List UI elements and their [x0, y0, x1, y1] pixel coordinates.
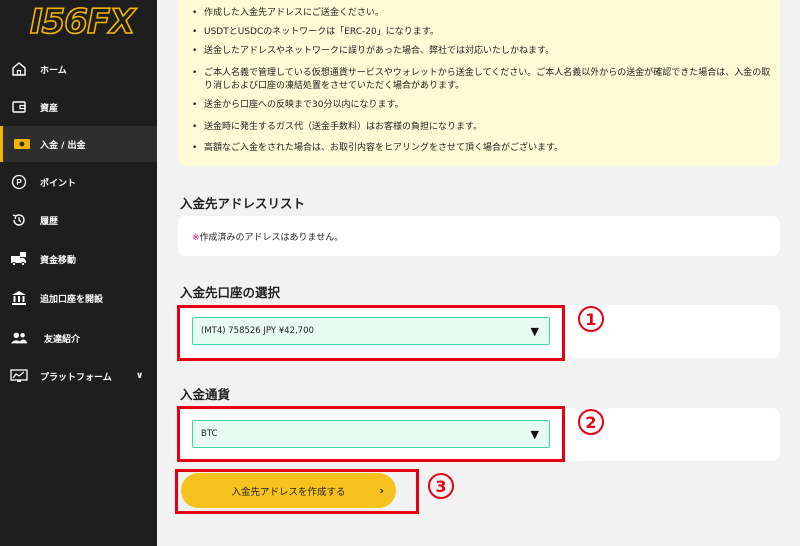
sidebar-item-label: 友達紹介 — [44, 334, 81, 345]
sidebar-item-deposit-withdraw[interactable]: 入金 / 出金 — [0, 126, 157, 162]
wallet-icon — [10, 98, 28, 116]
point-icon: P — [10, 173, 28, 191]
highlight-frame-account — [177, 305, 565, 361]
sidebar-item-refer-friend[interactable]: 友達紹介 — [0, 320, 157, 356]
sidebar-item-label: 入金 / 出金 — [40, 140, 86, 151]
sidebar-item-history[interactable]: 履歴 — [0, 202, 157, 238]
transfer-truck-icon — [10, 250, 28, 268]
highlight-frame-button — [175, 469, 419, 514]
brand-logo[interactable]: I56FX — [29, 3, 136, 41]
sidebar-item-fund-transfer[interactable]: 資金移動 — [0, 241, 157, 277]
sidebar-item-label: ホーム — [40, 65, 67, 76]
sidebar-item-label: 資産 — [40, 103, 59, 114]
sidebar-item-assets[interactable]: 資産 — [0, 89, 157, 125]
svg-text:P: P — [16, 178, 22, 187]
chevron-down-icon[interactable]: ∨ — [136, 371, 143, 381]
monitor-chart-icon — [10, 367, 28, 385]
sidebar-item-label: ポイント — [40, 178, 77, 189]
empty-address-note: ※作成済みのアドレスはありません。 — [192, 230, 343, 243]
sidebar-item-label: 資金移動 — [40, 255, 77, 266]
history-icon — [10, 211, 28, 229]
logo-text: I56FX — [29, 2, 136, 42]
step-number-2: 2 — [578, 409, 604, 435]
step-number-3: 3 — [428, 473, 454, 499]
sidebar-item-label: 追加口座を開設 — [40, 294, 104, 305]
home-icon — [10, 60, 28, 78]
notice-box: • 作成した入金先アドレスにご送金ください。 • USDTとUSDCのネットワークは… — [178, 0, 780, 166]
bank-icon — [10, 289, 28, 307]
address-list-title: 入金先アドレスリスト — [180, 196, 306, 211]
sidebar-item-platform[interactable]: プラットフォーム ∨ — [0, 358, 157, 394]
sidebar-item-open-account[interactable]: 追加口座を開設 — [0, 280, 157, 316]
cash-icon — [13, 135, 31, 153]
highlight-frame-currency — [177, 406, 565, 462]
sidebar: I56FX ホーム 資産 入金 / 出金 P ポイント 履歴 資金移動 追加口座… — [0, 0, 157, 546]
step-number-1: 1 — [578, 306, 604, 332]
friends-icon — [10, 329, 28, 347]
sidebar-item-points[interactable]: P ポイント — [0, 164, 157, 200]
sidebar-item-label: 履歴 — [40, 216, 59, 227]
sidebar-item-label: プラットフォーム — [40, 372, 112, 383]
address-list-card: ※作成済みのアドレスはありません。 — [178, 216, 780, 256]
note-mark: ※ — [192, 233, 200, 243]
account-select-title: 入金先口座の選択 — [180, 285, 281, 300]
empty-address-text: 作成済みのアドレスはありません。 — [199, 233, 344, 243]
sidebar-item-home[interactable]: ホーム — [0, 51, 157, 87]
currency-select-title: 入金通貨 — [180, 387, 231, 402]
